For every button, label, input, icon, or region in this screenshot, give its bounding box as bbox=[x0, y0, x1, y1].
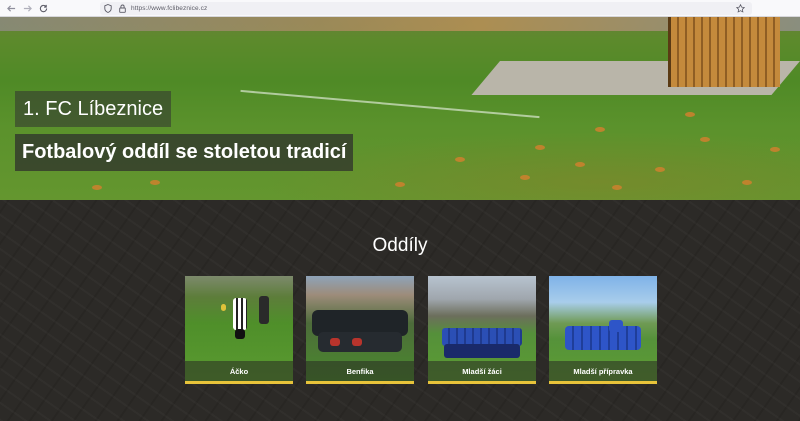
card-label: Mladší přípravka bbox=[573, 367, 633, 376]
leaf bbox=[770, 147, 780, 152]
leaf bbox=[575, 162, 585, 167]
leaf bbox=[395, 182, 405, 187]
back-button[interactable] bbox=[3, 1, 19, 16]
arrow-left-icon bbox=[6, 4, 15, 12]
leaf bbox=[535, 145, 545, 150]
card-label: Mladší žáci bbox=[462, 367, 502, 376]
hero-title: 1. FC Líbeznice bbox=[15, 91, 172, 127]
hero-subtitle: Fotbalový oddíl se stoletou tradicí bbox=[15, 134, 354, 171]
team-card-benfika[interactable]: Benfika bbox=[306, 276, 414, 384]
forward-button[interactable] bbox=[19, 1, 35, 16]
leaf bbox=[700, 137, 710, 142]
leaf bbox=[685, 112, 695, 117]
leaf bbox=[655, 167, 665, 172]
leaf bbox=[150, 180, 160, 185]
browser-toolbar: https://www.fclibeznice.cz bbox=[0, 0, 800, 17]
team-cards: Áčko Benfika Mladší žáci Mladší přípravk… bbox=[185, 276, 659, 384]
reload-button[interactable] bbox=[35, 1, 51, 16]
reload-icon bbox=[39, 4, 47, 12]
shield-icon[interactable] bbox=[102, 3, 114, 15]
leaf bbox=[92, 185, 102, 190]
section-title: Oddíly bbox=[372, 235, 428, 256]
leaf bbox=[612, 185, 622, 190]
leaf bbox=[742, 180, 752, 185]
hero-banner: 1. FC Líbeznice Fotbalový oddíl se stole… bbox=[0, 17, 800, 200]
leaf bbox=[455, 157, 465, 162]
team-card-mladsi-zaci[interactable]: Mladší žáci bbox=[428, 276, 536, 384]
bookmark-star-icon[interactable] bbox=[734, 2, 746, 15]
card-label: Benfika bbox=[346, 367, 374, 376]
address-bar[interactable]: https://www.fclibeznice.cz bbox=[100, 2, 752, 15]
url-text[interactable]: https://www.fclibeznice.cz bbox=[131, 5, 207, 12]
lock-icon[interactable] bbox=[116, 3, 128, 15]
leaf bbox=[595, 127, 605, 132]
hero-wooden-shed bbox=[668, 17, 780, 87]
teams-section: Oddíly Áčko Benfika Mladší žáci Mladší p… bbox=[0, 200, 800, 421]
team-card-mladsi-pripravka[interactable]: Mladší přípravka bbox=[549, 276, 657, 384]
leaf bbox=[520, 175, 530, 180]
arrow-right-icon bbox=[23, 4, 32, 12]
team-card-acko[interactable]: Áčko bbox=[185, 276, 293, 384]
card-label: Áčko bbox=[229, 367, 249, 376]
